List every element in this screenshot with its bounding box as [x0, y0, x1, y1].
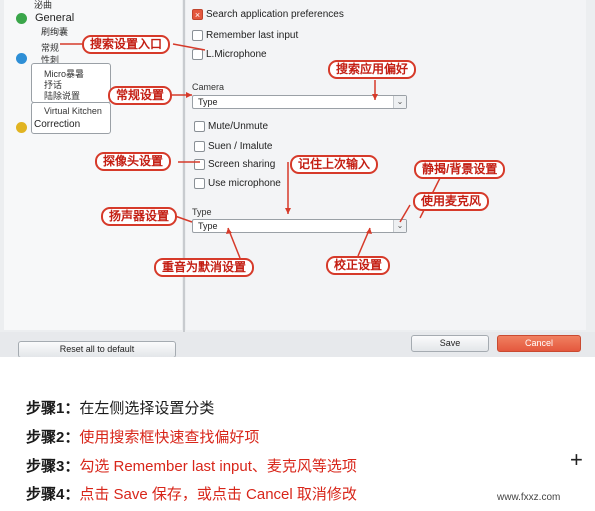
- step-4-text: 点击 Save 保存，或点击 Cancel 取消修改: [79, 486, 357, 503]
- callout-search-prefs: 搜索应用偏好: [328, 60, 417, 79]
- watermark: www.fxxz.com: [497, 492, 561, 503]
- callout-speaker: 扬声器设置: [101, 207, 178, 226]
- step-2-text: 使用搜索框快速查找偏好项: [79, 429, 260, 446]
- callout-camera: 探像头设置: [95, 152, 172, 171]
- callout-search-entry: 搜索设置入口: [82, 35, 171, 54]
- callout-usemic: 使用麦克风: [413, 192, 490, 211]
- plus-icon: +: [570, 447, 583, 472]
- callout-bg: 静揭/背景设置: [414, 160, 506, 179]
- step-4: 步骤4：点击 Save 保存，或点击 Cancel 取消修改: [26, 483, 357, 504]
- step-4-key: 步骤4：: [26, 486, 80, 503]
- callout-general: 常规设置: [108, 86, 173, 105]
- step-1: 步骤1：在左侧选择设置分类: [26, 397, 214, 418]
- step-3-text: 勾选 Remember last input、麦克风等选项: [79, 458, 357, 475]
- callout-correct: 校正设置: [326, 256, 391, 275]
- step-1-text: 在左侧选择设置分类: [79, 400, 215, 417]
- callout-reset: 重音为默消设置: [154, 258, 255, 277]
- step-2: 步骤2：使用搜索框快速查找偏好项: [26, 426, 259, 447]
- step-1-key: 步骤1：: [26, 400, 80, 417]
- callout-remember: 记住上次输入: [290, 155, 379, 174]
- step-2-key: 步骤2：: [26, 429, 80, 446]
- step-3: 步骤3：勾选 Remember last input、麦克风等选项: [26, 455, 357, 476]
- step-3-key: 步骤3：: [26, 458, 80, 475]
